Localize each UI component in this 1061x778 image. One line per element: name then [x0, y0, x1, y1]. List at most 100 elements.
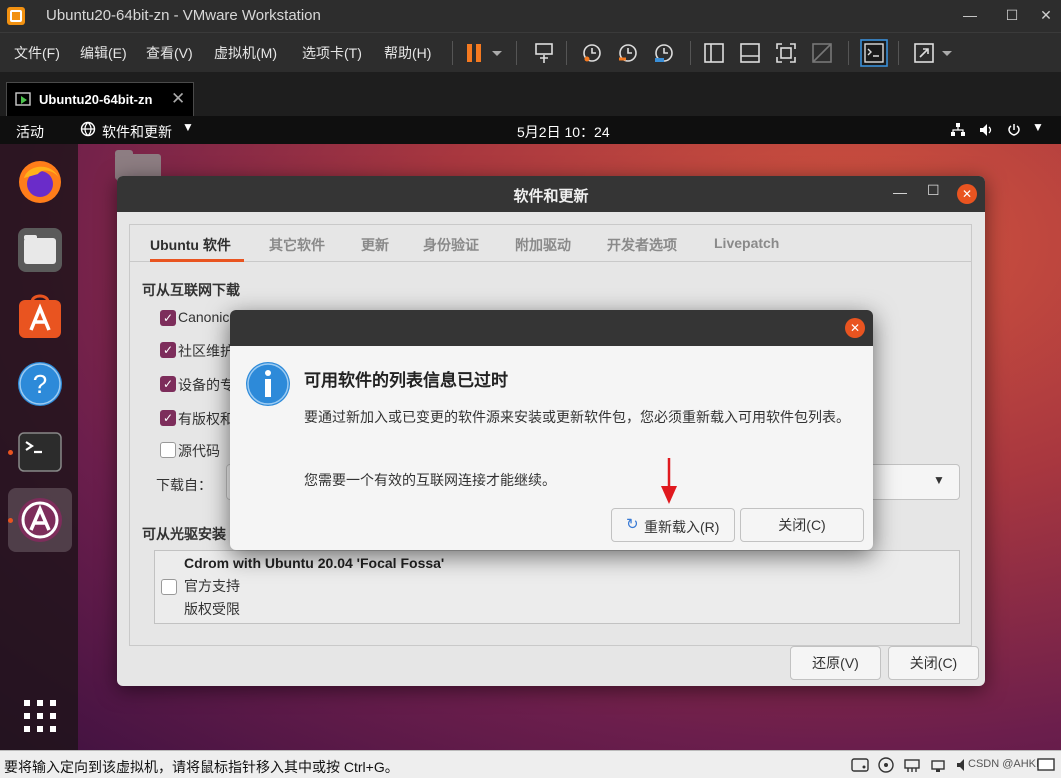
software-updates-icon[interactable]: [16, 496, 64, 544]
tab-livepatch[interactable]: Livepatch: [714, 235, 779, 251]
tab-additional-drivers[interactable]: 附加驱动: [515, 235, 571, 255]
power-icon[interactable]: [1006, 122, 1022, 138]
dialog-note: 您需要一个有效的互联网连接才能继续。: [304, 472, 556, 488]
tab-developer-options[interactable]: 开发者选项: [607, 235, 677, 255]
volume-icon[interactable]: [978, 122, 994, 138]
minimize-button[interactable]: —: [958, 4, 982, 26]
close-button[interactable]: 关闭(C): [888, 646, 979, 680]
checkbox-label: 社区维护: [178, 343, 234, 359]
send-keys-icon[interactable]: [530, 39, 558, 67]
reload-button-label: 重新载入(R): [644, 519, 720, 535]
usb-icon[interactable]: [928, 756, 948, 774]
cdrom-title: Cdrom with Ubuntu 20.04 'Focal Fossa': [184, 555, 445, 571]
tab-close-icon[interactable]: ✕: [171, 89, 185, 109]
system-menu-arrow-icon[interactable]: ▼: [1032, 120, 1044, 134]
snapshot-manager-icon[interactable]: [650, 39, 678, 67]
maximize-button[interactable]: ☐: [927, 182, 940, 199]
thumbnail-bar-icon[interactable]: [736, 39, 764, 67]
dock: ?: [0, 144, 78, 750]
tab-bar: Ubuntu 软件 其它软件 更新 身份验证 附加驱动 开发者选项 Livepa…: [129, 224, 972, 262]
pause-dropdown-icon[interactable]: [488, 39, 506, 67]
tab-updates[interactable]: 更新: [361, 235, 389, 255]
close-window-button[interactable]: ✕: [1034, 4, 1058, 26]
toolbar-separator: [848, 41, 849, 65]
checkbox-restricted[interactable]: ✓: [160, 410, 176, 426]
software-store-icon[interactable]: [16, 292, 64, 340]
stretch-dropdown-icon[interactable]: [938, 39, 956, 67]
tab-ubuntu-software[interactable]: Ubuntu 软件: [150, 235, 231, 255]
help-icon[interactable]: ?: [16, 360, 64, 408]
menu-tabs[interactable]: 选项卡(T): [302, 43, 362, 63]
vmware-statusbar: 要将输入定向到该虚拟机，请将鼠标指针移入其中或按 Ctrl+G。 CSDN @A…: [0, 750, 1061, 778]
refresh-icon: ↻: [626, 516, 639, 533]
cdrom-list: Cdrom with Ubuntu 20.04 'Focal Fossa' 官方…: [154, 550, 960, 624]
tab-other-software[interactable]: 其它软件: [269, 235, 325, 255]
activities-button[interactable]: 活动: [16, 122, 44, 142]
firefox-icon[interactable]: [16, 158, 64, 206]
full-screen-icon[interactable]: [772, 39, 800, 67]
cd-icon[interactable]: [876, 756, 896, 774]
display-icon[interactable]: [1036, 756, 1056, 774]
vm-tabstrip: Ubuntu20-64bit-zn ✕: [0, 72, 1061, 116]
toolbar-separator: [452, 41, 453, 65]
checkbox-cdrom[interactable]: [161, 579, 177, 595]
checkbox-canonical[interactable]: ✓: [160, 310, 176, 326]
red-arrow-annotation: [661, 458, 677, 504]
window-header: 软件和更新 — ☐ ✕: [117, 176, 985, 212]
checkbox-community[interactable]: ✓: [160, 342, 176, 358]
checkbox-label: 设备的专: [178, 377, 234, 393]
cdrom-restricted: 版权受限: [184, 601, 240, 617]
library-icon[interactable]: [700, 39, 728, 67]
dialog-body: 要通过新加入或已变更的软件源来安装或更新软件包，您必须重新载入可用软件包列表。: [304, 409, 850, 425]
vmware-titlebar: Ubuntu20-64bit-zn - VMware Workstation —…: [0, 0, 1061, 32]
section-cdrom-heading: 可从光驱安装: [142, 526, 226, 542]
download-from-label: 下载自：: [156, 477, 212, 493]
running-indicator: [8, 518, 13, 523]
stretch-icon[interactable]: [910, 39, 938, 67]
info-icon: [246, 362, 290, 406]
unity-icon[interactable]: [808, 39, 836, 67]
checkbox-source-code[interactable]: [160, 442, 176, 458]
reload-button[interactable]: ↻ 重新载入(R): [611, 508, 735, 542]
vmware-logo-icon: [7, 7, 25, 25]
toolbar-separator: [516, 41, 517, 65]
globe-icon: [80, 121, 96, 137]
revert-snapshot-icon[interactable]: [614, 39, 642, 67]
checkbox-label: Canonic: [178, 309, 230, 325]
app-menu-arrow-icon[interactable]: ▼: [182, 120, 194, 134]
menu-view[interactable]: 查看(V): [146, 43, 193, 63]
tab-label: Ubuntu20-64bit-zn: [39, 92, 153, 107]
network-icon[interactable]: [950, 122, 966, 138]
outdated-list-dialog: ✕ 可用软件的列表信息已过时 要通过新加入或已变更的软件源来安装或更新软件包，您…: [230, 310, 873, 550]
menu-vm[interactable]: 虚拟机(M): [214, 43, 277, 63]
files-icon[interactable]: [16, 226, 64, 274]
cdrom-official: 官方支持: [184, 578, 240, 594]
menu-file[interactable]: 文件(F): [14, 43, 60, 63]
app-menu[interactable]: 软件和更新: [102, 122, 172, 142]
close-button[interactable]: ✕: [957, 184, 977, 204]
revert-button[interactable]: 还原(V): [790, 646, 881, 680]
menu-help[interactable]: 帮助(H): [384, 43, 431, 63]
status-message: 要将输入定向到该虚拟机，请将鼠标指针移入其中或按 Ctrl+G。: [4, 759, 399, 775]
minimize-button[interactable]: —: [893, 184, 907, 200]
guest-screen[interactable]: 活动 软件和更新 ▼ 5月2日 10：24 ▼ ? 软件和更新 — ☐ ✕ Ub…: [0, 116, 1061, 750]
svg-text:?: ?: [33, 369, 47, 399]
toolbar-separator: [566, 41, 567, 65]
dialog-close-button[interactable]: 关闭(C): [740, 508, 864, 542]
tab-ubuntu-vm[interactable]: Ubuntu20-64bit-zn ✕: [6, 82, 194, 116]
maximize-button[interactable]: ☐: [1000, 4, 1024, 26]
tab-authentication[interactable]: 身份验证: [423, 235, 479, 255]
pause-icon[interactable]: [460, 39, 488, 67]
terminal-icon[interactable]: [16, 428, 64, 476]
menu-edit[interactable]: 编辑(E): [80, 43, 127, 63]
console-view-icon[interactable]: [860, 39, 888, 67]
show-apps-icon[interactable]: [22, 698, 58, 734]
section-internet-heading: 可从互联网下载: [142, 282, 240, 298]
hard-disk-icon[interactable]: [850, 756, 870, 774]
dialog-close-icon[interactable]: ✕: [845, 318, 865, 338]
checkbox-drivers[interactable]: ✓: [160, 376, 176, 392]
dialog-heading: 可用软件的列表信息已过时: [304, 371, 508, 390]
network-adapter-icon[interactable]: [902, 756, 922, 774]
clock[interactable]: 5月2日 10：24: [517, 122, 610, 142]
snapshot-icon[interactable]: [578, 39, 606, 67]
